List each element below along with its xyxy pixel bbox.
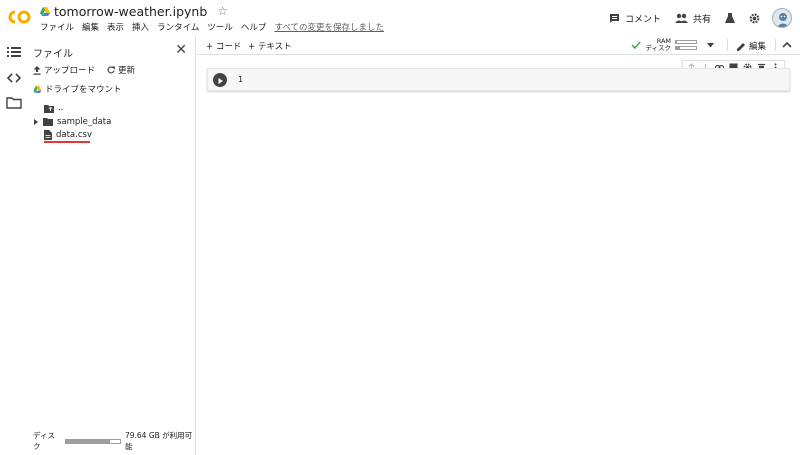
tree-item-label: sample_data — [57, 117, 112, 127]
run-cell-button[interactable] — [213, 73, 227, 87]
gear-icon — [749, 13, 760, 23]
annotation-underline — [44, 141, 90, 143]
files-panel: ファイル ✕ アップロード 更新 ドライブをマウント .. sample_dat… — [28, 36, 196, 455]
notebook-title[interactable]: tomorrow-weather.ipynb — [54, 4, 207, 19]
code-snippets-icon[interactable] — [6, 71, 22, 85]
edit-label: 編集 — [748, 42, 766, 52]
google-drive-icon — [40, 7, 50, 16]
share-label: 共有 — [692, 14, 711, 25]
disk-label-toolbar: ディスク — [645, 44, 671, 52]
tree-item-parent[interactable]: .. — [44, 103, 63, 113]
menu-insert[interactable]: 挿入 — [132, 21, 149, 33]
disk-usage-fill — [65, 439, 111, 443]
close-icon[interactable]: ✕ — [175, 42, 187, 58]
avatar-image — [776, 13, 790, 27]
top-bar: tomorrow-weather.ipynb ☆ ファイル 編集 表示 挿入 ラ… — [0, 0, 800, 36]
share-button[interactable]: 共有 — [674, 12, 711, 25]
file-icon — [44, 130, 52, 140]
notebook-toolbar: + コード + テキスト RAM ディスク 編集 — [197, 36, 800, 55]
add-code-button[interactable]: + コード — [206, 40, 241, 52]
ram-bar — [675, 40, 697, 44]
upload-label: アップロード — [44, 66, 96, 76]
star-icon[interactable]: ☆ — [217, 4, 228, 18]
panel-title: ファイル — [33, 49, 73, 60]
menu-view[interactable]: 表示 — [107, 21, 124, 33]
refresh-label: 更新 — [118, 66, 136, 76]
mount-drive-button[interactable]: ドライブをマウント — [33, 83, 122, 95]
people-icon — [674, 13, 688, 23]
refresh-button[interactable]: 更新 — [107, 64, 135, 76]
disk-label: ディスク — [33, 431, 55, 451]
menu-bar: ファイル 編集 表示 挿入 ランタイム ツール ヘルプ すべての変更を保存しまし… — [40, 21, 392, 33]
comment-icon — [609, 13, 619, 23]
user-avatar[interactable] — [772, 8, 792, 28]
ram-fill — [676, 41, 677, 43]
settings-button[interactable] — [749, 13, 760, 24]
comment-label: コメント — [624, 14, 661, 25]
upload-icon — [33, 65, 41, 75]
menu-runtime[interactable]: ランタイム — [157, 21, 199, 33]
connected-check-icon — [631, 41, 642, 49]
folder-up-icon — [44, 104, 54, 113]
tree-item-sample-data[interactable]: sample_data — [33, 117, 111, 127]
disk-mini-bar — [675, 46, 697, 50]
add-text-button[interactable]: + テキスト — [248, 40, 292, 52]
upload-button[interactable]: アップロード — [33, 64, 95, 76]
google-drive-icon — [33, 85, 42, 93]
flask-icon — [725, 12, 735, 23]
comment-button[interactable]: コメント — [609, 12, 661, 25]
folder-icon[interactable] — [6, 96, 22, 110]
play-icon — [218, 78, 223, 84]
disk-free-text: 79.64 GB が利用可能 — [124, 431, 193, 451]
toolbar-divider — [727, 39, 728, 51]
menu-file[interactable]: ファイル — [40, 21, 74, 33]
menu-help[interactable]: ヘルプ — [241, 21, 267, 33]
table-of-contents-icon[interactable] — [6, 45, 22, 59]
expand-arrow-icon[interactable] — [33, 119, 39, 125]
code-cell[interactable]: 1 — [207, 68, 790, 91]
tree-item-label: data.csv — [56, 130, 92, 140]
line-number: 1 — [238, 75, 243, 84]
save-status-link[interactable]: すべての変更を保存しました — [274, 21, 384, 33]
edit-button[interactable]: 編集 — [736, 40, 766, 52]
tree-item-data-csv[interactable]: data.csv — [44, 130, 92, 140]
folder-icon — [43, 118, 53, 126]
resources-indicator[interactable]: RAM ディスク — [631, 38, 714, 52]
toolbar-divider — [775, 39, 776, 51]
menu-edit[interactable]: 編集 — [82, 21, 99, 33]
disk-usage-bar — [64, 438, 121, 444]
mount-label: ドライブをマウント — [45, 85, 122, 95]
chevron-down-icon[interactable] — [707, 42, 714, 48]
disk-mini-fill — [676, 47, 680, 49]
pencil-icon — [736, 42, 745, 51]
chevron-up-icon[interactable] — [780, 39, 794, 51]
menu-tools[interactable]: ツール — [207, 21, 233, 33]
disk-usage: ディスク 79.64 GB が利用可能 — [33, 430, 195, 452]
colab-logo[interactable] — [6, 8, 32, 26]
refresh-icon — [107, 66, 116, 74]
left-rail — [0, 36, 28, 455]
tree-item-label: .. — [58, 103, 64, 113]
labs-button[interactable] — [725, 12, 735, 24]
